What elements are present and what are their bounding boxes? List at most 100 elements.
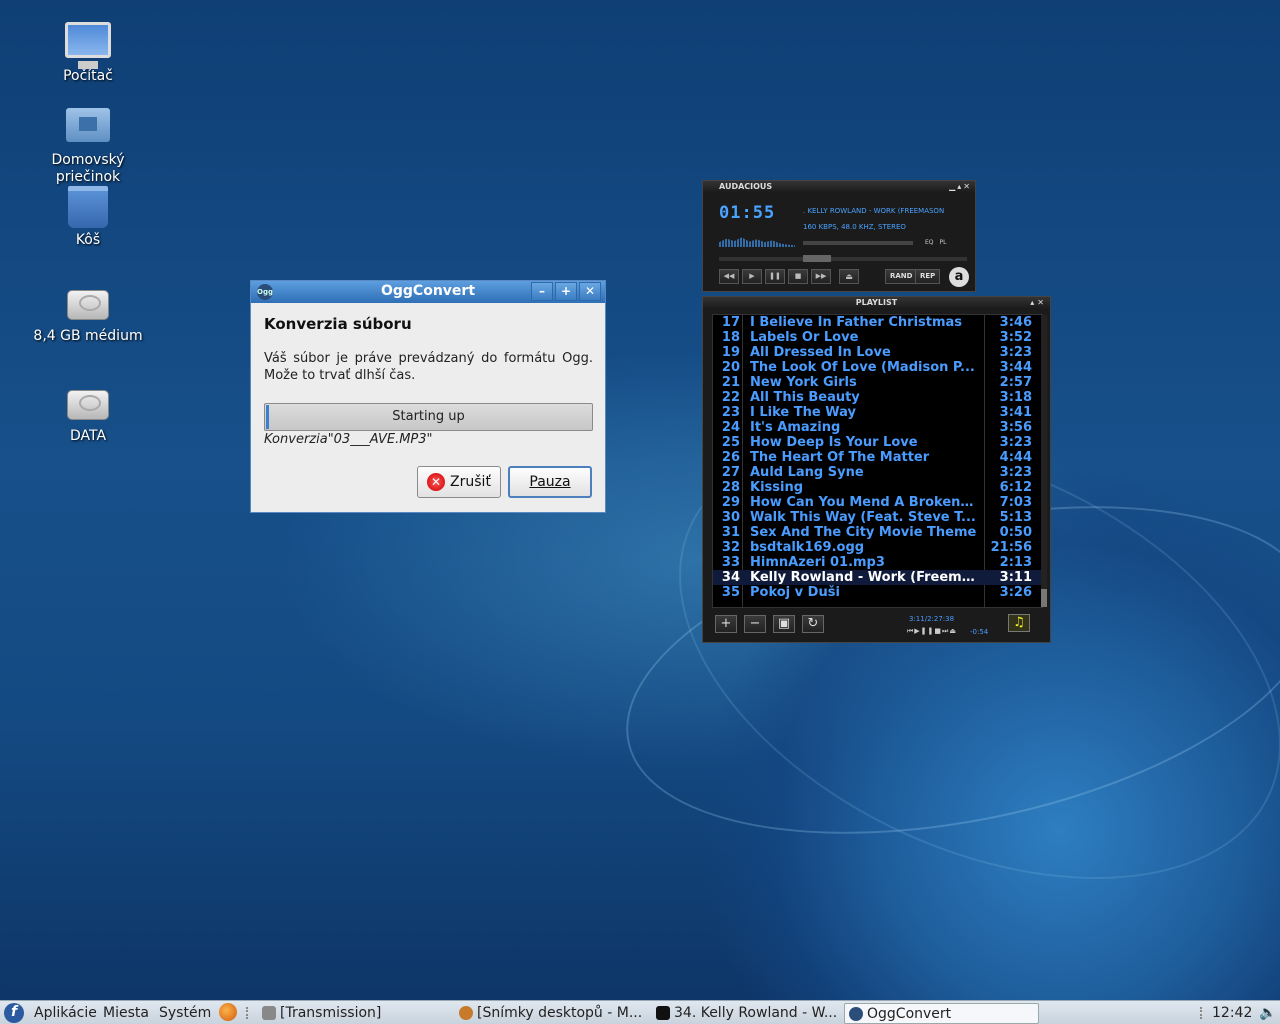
playlist-row[interactable]: 22 All This Beauty 3:18 <box>713 390 1042 405</box>
desktop-icon-label: Domovský priečinok <box>51 152 125 185</box>
track-duration: 2:13 <box>999 555 1032 570</box>
track-title: New York Girls <box>750 375 857 390</box>
playlist-row[interactable]: 35 Pokoj v Duši 3:26 <box>713 585 1042 600</box>
task-screenshots[interactable]: [Snímky desktopů - M... <box>455 1003 645 1024</box>
visualizer[interactable] <box>719 237 795 247</box>
home-folder-icon <box>66 108 110 142</box>
playlist-row[interactable]: 31 Sex And The City Movie Theme 0:50 <box>713 525 1042 540</box>
stop-icon[interactable]: ■ <box>788 269 808 284</box>
audacious-window: AUDACIOUS ▁▴✕ 01:55 . KELLY ROWLAND - WO… <box>702 180 976 292</box>
close-button[interactable]: ✕ <box>579 282 601 301</box>
time-display[interactable]: 01:55 <box>719 203 775 223</box>
playlist-row[interactable]: 19 All Dressed In Love 3:23 <box>713 345 1042 360</box>
dialog-titlebar[interactable]: Ogg OggConvert – + ✕ <box>251 281 605 303</box>
menu-applications[interactable]: Aplikácie <box>34 1003 97 1024</box>
firefox-launcher[interactable] <box>219 1002 237 1023</box>
menu-system[interactable]: Systém <box>159 1003 211 1024</box>
playlist-row[interactable]: 34 Kelly Rowland - Work (Freema... 3:11 <box>713 570 1042 585</box>
playlist-scrollbar[interactable] <box>1041 315 1047 607</box>
track-number: 19 <box>721 345 740 360</box>
track-duration: 3:26 <box>999 585 1032 600</box>
playlist-row[interactable]: 25 How Deep Is Your Love 3:23 <box>713 435 1042 450</box>
fedora-icon[interactable]: f <box>4 1003 24 1023</box>
minimize-button[interactable]: – <box>531 282 553 301</box>
playlist-row[interactable]: 20 The Look Of Love (Madison P... 3:44 <box>713 360 1042 375</box>
cancel-button[interactable]: ✕ Zrušiť <box>417 466 501 498</box>
audacious-titlebar[interactable]: AUDACIOUS ▁▴✕ <box>703 181 975 193</box>
track-number: 22 <box>721 390 740 405</box>
panel-separator[interactable] <box>1200 1007 1202 1019</box>
playlist-row[interactable]: 33 HimnAzeri 01.mp3 2:13 <box>713 555 1042 570</box>
seek-knob[interactable] <box>803 255 831 262</box>
dialog-message: Váš súbor je práve prevádzaný do formátu… <box>264 351 593 383</box>
misc-icon[interactable]: ↻ <box>802 615 824 633</box>
oggconvert-dialog: Ogg OggConvert – + ✕ Konverzia súboru Vá… <box>250 280 606 513</box>
menu-places[interactable]: Miesta <box>103 1003 149 1024</box>
clock[interactable]: 12:42 <box>1212 1003 1252 1024</box>
track-number: 20 <box>721 360 740 375</box>
desktop-icon-trash[interactable]: Kôš <box>28 186 148 249</box>
maximize-button[interactable]: + <box>555 282 577 301</box>
desktop-icon-drive[interactable]: 8,4 GB médium <box>28 290 148 345</box>
music-note-icon[interactable]: ♫ <box>1008 614 1030 632</box>
scrollbar-thumb[interactable] <box>1041 589 1047 607</box>
repeat-button[interactable]: REP <box>915 269 941 284</box>
task-audacious[interactable]: 34. Kelly Rowland - W... <box>652 1003 842 1024</box>
track-number: 30 <box>721 510 740 525</box>
track-duration: 2:57 <box>999 375 1032 390</box>
remaining-time[interactable]: -0:54 <box>970 628 988 636</box>
desktop-icon-data[interactable]: DATA <box>28 390 148 445</box>
desktop-icon-computer[interactable]: Počítač <box>28 22 148 85</box>
playlist-row[interactable]: 26 The Heart Of The Matter 4:44 <box>713 450 1042 465</box>
playlist-row[interactable]: 21 New York Girls 2:57 <box>713 375 1042 390</box>
playlist-time: 3:11/2:27:38 <box>909 615 955 623</box>
add-icon[interactable]: + <box>715 615 737 633</box>
shuffle-button[interactable]: RAND <box>885 269 918 284</box>
playlist-row[interactable]: 29 How Can You Mend A Broken H... 7:03 <box>713 495 1042 510</box>
track-title: The Look Of Love (Madison P... <box>750 360 975 375</box>
next-icon[interactable]: ▶▶ <box>811 269 831 284</box>
playlist-row[interactable]: 23 I Like The Way 3:41 <box>713 405 1042 420</box>
desktop-icon-label: Kôš <box>75 232 101 248</box>
track-title: bsdtalk169.ogg <box>750 540 865 555</box>
previous-icon[interactable]: ◀◀ <box>719 269 739 284</box>
track-title: Kissing <box>750 480 804 495</box>
playlist-row[interactable]: 30 Walk This Way (Feat. Steve T... 5:13 <box>713 510 1042 525</box>
desktop-icon-home[interactable]: Domovský priečinok <box>28 108 148 186</box>
audacious-logo[interactable]: a <box>949 267 969 287</box>
playlist-row[interactable]: 27 Auld Lang Syne 3:23 <box>713 465 1042 480</box>
play-icon[interactable]: ▶ <box>742 269 762 284</box>
playlist-row[interactable]: 24 It's Amazing 3:56 <box>713 420 1042 435</box>
mini-controls-icon[interactable]: ⏮▶❚❚■⏭⏏ <box>907 627 957 636</box>
task-transmission[interactable]: [Transmission] <box>258 1003 448 1024</box>
pl-toggle[interactable]: PL <box>940 239 947 246</box>
volume-balance-slider[interactable] <box>803 241 913 245</box>
track-title: How Can You Mend A Broken H... <box>750 495 977 510</box>
playlist-titlebar[interactable]: PLAYLIST ▴✕ <box>703 297 1050 309</box>
eject-icon[interactable]: ⏏ <box>839 269 859 284</box>
select-icon[interactable]: ▣ <box>773 615 795 633</box>
bottom-panel: f Aplikácie Miesta Systém [Transmission]… <box>0 1000 1280 1024</box>
window-controls-icon[interactable]: ▴✕ <box>1030 297 1047 309</box>
track-number: 25 <box>721 435 740 450</box>
remove-icon[interactable]: − <box>744 615 766 633</box>
playlist-list[interactable]: 17 I Believe In Father Christmas 3:46 18 Lab… <box>712 314 1043 608</box>
task-oggconvert[interactable]: OggConvert <box>844 1003 1039 1024</box>
playlist-row[interactable]: 17 I Believe In Father Christmas 3:46 <box>713 315 1042 330</box>
track-number: 27 <box>721 465 740 480</box>
drive-icon <box>67 290 109 320</box>
audacious-title: AUDACIOUS <box>719 182 773 191</box>
playlist-row[interactable]: 32 bsdtalk169.ogg 21:56 <box>713 540 1042 555</box>
pause-icon[interactable]: ❚❚ <box>765 269 785 284</box>
playlist-row[interactable]: 28 Kissing 6:12 <box>713 480 1042 495</box>
seek-bar[interactable] <box>719 255 967 262</box>
track-duration: 3:23 <box>999 345 1032 360</box>
playlist-row[interactable]: 18 Labels Or Love 3:52 <box>713 330 1042 345</box>
eq-toggle[interactable]: EQ <box>925 239 934 246</box>
window-controls-icon[interactable]: ▁▴✕ <box>949 181 972 193</box>
volume-icon[interactable]: 🔈 <box>1259 1003 1276 1024</box>
track-duration: 4:44 <box>999 450 1032 465</box>
track-duration: 3:23 <box>999 465 1032 480</box>
pause-button[interactable]: Pauza <box>508 466 592 498</box>
panel-separator[interactable] <box>246 1007 248 1019</box>
